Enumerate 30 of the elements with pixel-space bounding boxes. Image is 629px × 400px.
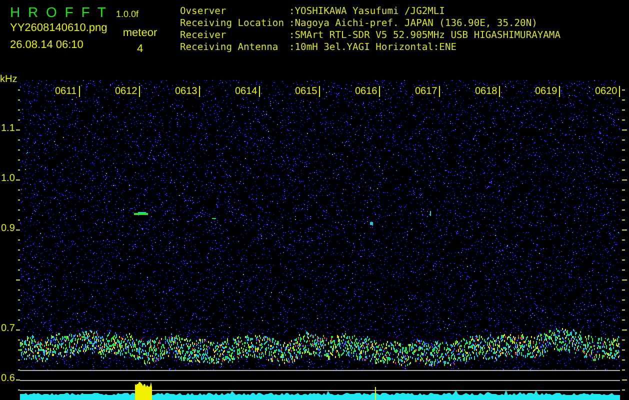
time-label: 0612	[115, 86, 140, 97]
info-value: :SMArt RTL-SDR V5 52.905MHz USB HIGASHIMURAYAMA	[289, 30, 560, 42]
time-label: 0617	[415, 86, 440, 97]
frequency-label: 0.9	[1, 223, 15, 235]
time-label: 0616	[355, 86, 380, 97]
time-label: 0618	[475, 86, 500, 97]
info-label: Receiving Antenna	[180, 42, 280, 54]
info-label: Receiving Location	[180, 18, 285, 30]
axis-unit: kHz	[0, 74, 18, 86]
frequency-label: 1.0	[1, 173, 15, 185]
time-label: 0611	[55, 86, 80, 97]
frequency-label: 1.1	[1, 123, 15, 135]
version-label: 1.0.0f	[116, 9, 138, 19]
frequency-label: 0.7	[1, 323, 15, 335]
frequency-label: 0.6	[1, 373, 15, 385]
info-value: :YOSHIKAWA Yasufumi /JG2MLI	[289, 6, 445, 18]
time-label: 0620	[595, 86, 620, 97]
time-label: 0619	[535, 86, 560, 97]
info-value: :10mH 3el.YAGI Horizontal:ENE	[289, 42, 457, 54]
meteor-count: 4	[136, 43, 144, 55]
meteor-label: meteor	[122, 27, 158, 39]
info-value: :Nagoya Aichi-pref. JAPAN (136.90E, 35.20N)	[289, 18, 538, 30]
time-label: 0613	[175, 86, 200, 97]
info-label: Receiver	[180, 30, 228, 42]
app-title: H R O F F T	[10, 4, 108, 20]
time-label: 0614	[235, 86, 260, 97]
timestamp: 26.08.14 06:10	[10, 39, 84, 51]
file-name: YY2608140610.png	[10, 22, 108, 34]
info-label: Ovserver	[180, 6, 228, 18]
time-label: 0615	[295, 86, 320, 97]
